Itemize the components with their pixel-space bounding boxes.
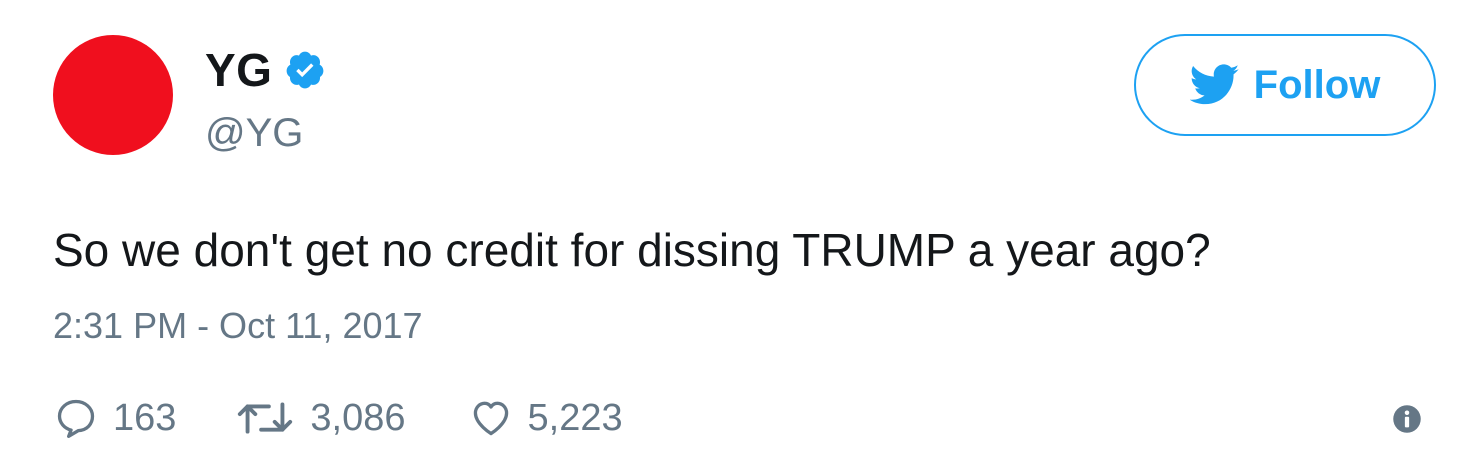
avatar[interactable] xyxy=(53,35,173,155)
follow-label: Follow xyxy=(1253,63,1381,107)
info-icon[interactable] xyxy=(1392,404,1422,434)
tweet-actions: 163 3,086 5,223 xyxy=(53,392,623,444)
reply-button[interactable]: 163 xyxy=(53,395,176,441)
retweet-icon xyxy=(234,396,296,440)
name-row: YG xyxy=(205,42,326,98)
heart-icon xyxy=(468,396,514,440)
twitter-bird-icon xyxy=(1189,64,1240,106)
tweet-card: YG @YG Follow So we don't get no credit … xyxy=(0,0,1480,475)
user-handle[interactable]: @YG xyxy=(205,108,303,158)
reply-icon xyxy=(53,396,99,440)
like-count: 5,223 xyxy=(527,397,623,439)
retweet-count: 3,086 xyxy=(310,397,406,439)
tweet-text: So we don't get no credit for dissing TR… xyxy=(53,224,1211,276)
verified-badge-icon xyxy=(284,49,326,91)
follow-button[interactable]: Follow xyxy=(1134,34,1436,136)
tweet-timestamp[interactable]: 2:31 PM - Oct 11, 2017 xyxy=(53,304,423,348)
retweet-button[interactable]: 3,086 xyxy=(234,395,406,441)
reply-count: 163 xyxy=(113,397,177,439)
display-name[interactable]: YG xyxy=(205,42,272,98)
like-button[interactable]: 5,223 xyxy=(468,395,623,441)
